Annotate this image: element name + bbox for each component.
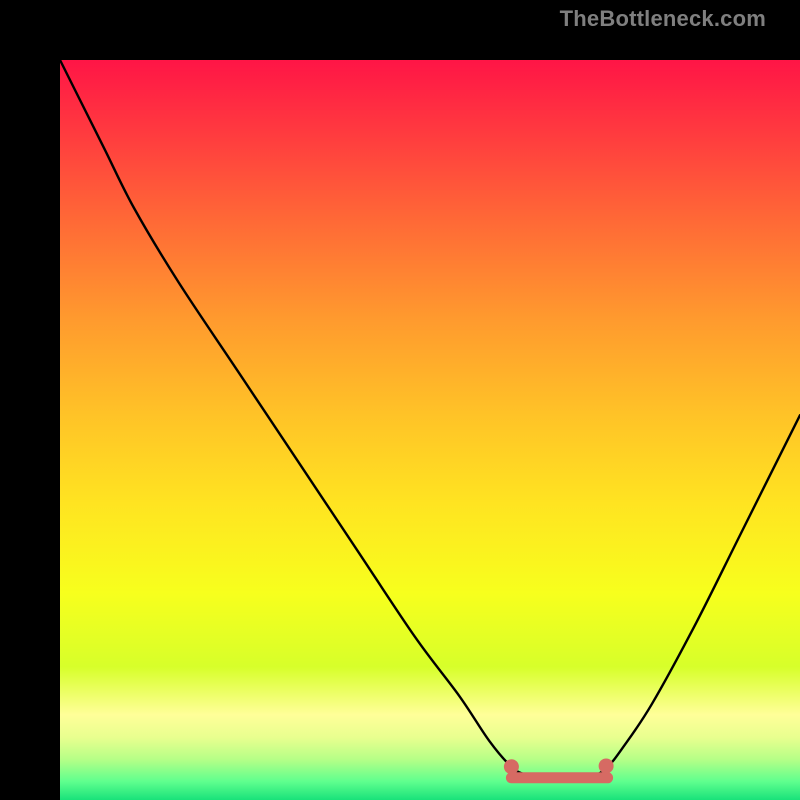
highlight-dot-right [599,758,614,773]
gradient-background [60,60,800,800]
highlight-dot-left [504,759,519,774]
plot-frame [30,30,770,770]
bottleneck-chart [60,60,800,800]
watermark-text: TheBottleneck.com [560,6,766,32]
